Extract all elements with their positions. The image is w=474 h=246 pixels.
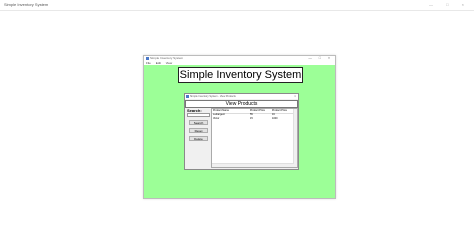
page-title: Simple Inventory System (178, 67, 303, 83)
app-content-area: Simple Inventory System Simple Inventory… (144, 65, 335, 198)
maximize-icon[interactable]: □ (446, 2, 454, 7)
search-button[interactable]: Search (189, 120, 208, 125)
products-table[interactable]: Product Name Product Price Product Price… (211, 108, 298, 168)
browser-title-bar: Simple Inventory System — □ × (0, 0, 474, 11)
close-icon[interactable]: × (328, 56, 333, 60)
close-icon[interactable]: × (462, 2, 470, 7)
view-products-dialog: Simple Inventory System - View Products … (184, 93, 299, 170)
table-cell: 15 (250, 117, 253, 120)
horizontal-scrollbar[interactable] (212, 163, 294, 167)
dialog-title: Simple Inventory System - View Products (190, 95, 236, 98)
reset-button[interactable]: Reset (189, 128, 208, 133)
close-icon[interactable]: × (294, 94, 296, 99)
table-row[interactable]: Victor 15 1000 (212, 117, 297, 121)
minimize-icon[interactable]: — (308, 56, 315, 60)
dialog-title-bar: Simple Inventory System - View Products … (185, 94, 298, 99)
delete-button[interactable]: Delete (189, 136, 208, 141)
vertical-scrollbar[interactable] (293, 109, 297, 167)
browser-tab-title: Simple Inventory System (4, 2, 49, 7)
minimize-icon[interactable]: — (429, 2, 439, 7)
app-icon (146, 57, 149, 60)
table-cell: 1000 (272, 117, 278, 120)
dialog-heading: View Products (185, 100, 298, 108)
app-window: Simple Inventory System — □ × File Edit … (143, 55, 336, 199)
search-input[interactable] (187, 113, 210, 117)
browser-window-controls: — □ × (429, 2, 470, 7)
maximize-icon[interactable]: □ (319, 56, 324, 60)
table-cell: Victor (213, 117, 220, 120)
dialog-app-icon (186, 95, 189, 98)
